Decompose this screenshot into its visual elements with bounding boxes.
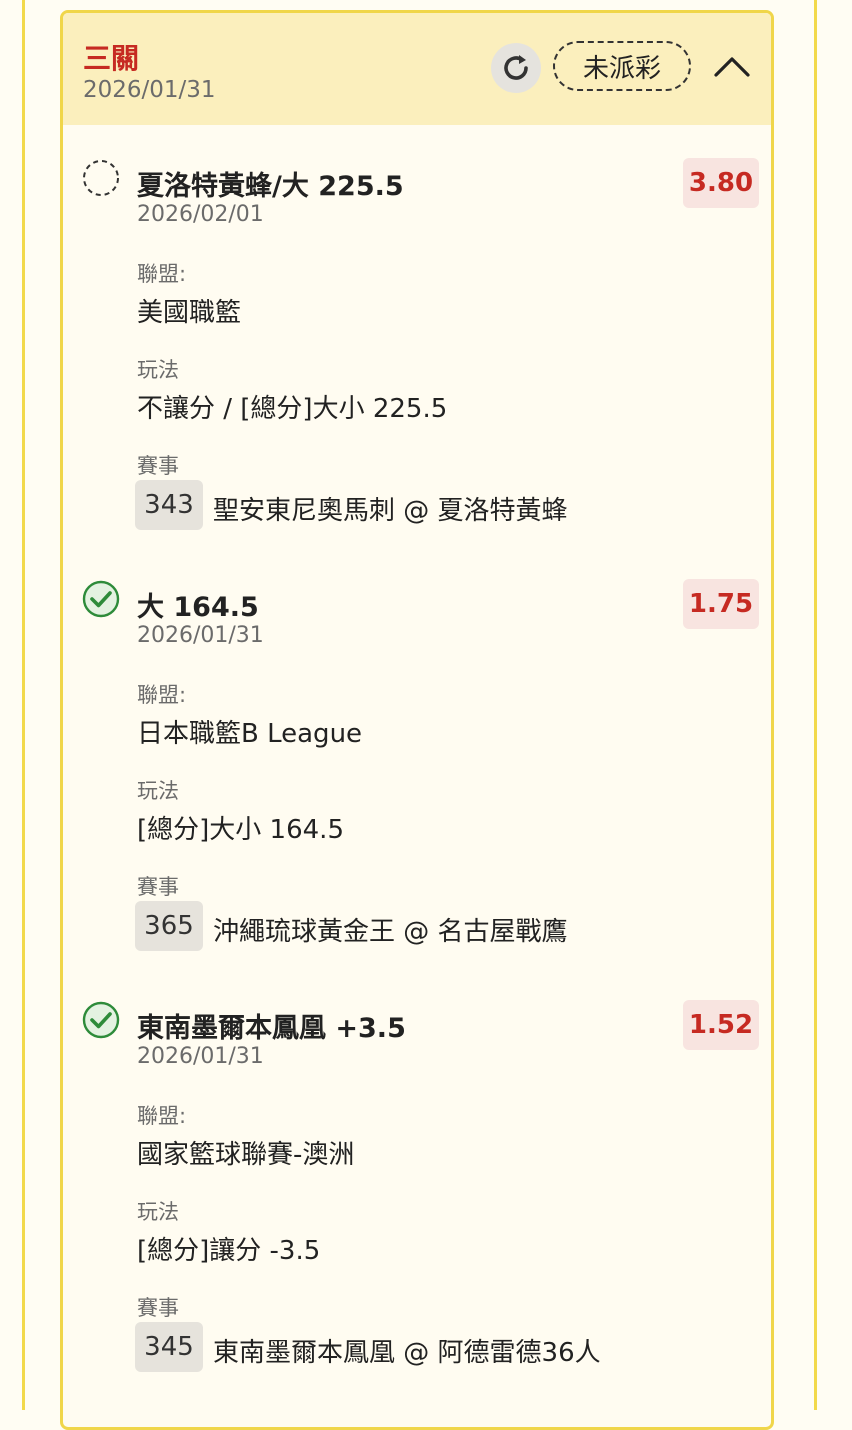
match-number-badge: 343	[135, 480, 203, 530]
bet-card: 三關 2026/01/31 未派彩 夏洛特黃蜂/大 225.5 2026/02/…	[60, 10, 774, 1430]
odds-badge: 1.52	[683, 1000, 759, 1050]
market-value: [總分]讓分 -3.5	[137, 1236, 321, 1266]
page-border-left	[22, 0, 25, 1410]
league-label: 聯盟:	[137, 683, 187, 707]
refresh-button[interactable]	[491, 43, 541, 93]
match-name: 沖繩琉球黃金王 @ 名古屋戰鷹	[213, 917, 568, 947]
leg-date: 2026/02/01	[137, 202, 264, 227]
bet-card-header[interactable]: 三關 2026/01/31 未派彩	[63, 13, 771, 125]
match-name: 聖安東尼奧馬刺 @ 夏洛特黃蜂	[213, 496, 568, 526]
leg-selection: 夏洛特黃蜂/大 225.5	[137, 171, 404, 202]
bet-date: 2026/01/31	[83, 77, 216, 103]
event-label: 賽事	[137, 875, 179, 899]
page-border-right	[814, 0, 817, 1410]
leg-selection: 大 164.5	[137, 592, 259, 623]
event-label: 賽事	[137, 1296, 179, 1320]
chevron-up-icon[interactable]	[713, 51, 751, 81]
league-value: 美國職籃	[137, 298, 242, 328]
odds-badge: 3.80	[683, 158, 759, 208]
market-value: 不讓分 / [總分]大小 225.5	[137, 394, 448, 424]
match-name: 東南墨爾本鳳凰 @ 阿德雷德36人	[213, 1338, 601, 1368]
match-number-badge: 365	[135, 901, 203, 951]
refresh-icon	[504, 55, 528, 80]
league-value: 國家籃球聯賽-澳洲	[137, 1140, 355, 1170]
check-circle-icon	[82, 1001, 120, 1039]
league-label: 聯盟:	[137, 1104, 187, 1128]
leg-selection: 東南墨爾本鳳凰 +3.5	[137, 1013, 406, 1044]
status-badge: 未派彩	[553, 41, 691, 91]
event-label: 賽事	[137, 454, 179, 478]
match-number-badge: 345	[135, 1322, 203, 1372]
league-label: 聯盟:	[137, 262, 187, 286]
market-value: [總分]大小 164.5	[137, 815, 344, 845]
bet-type-title: 三關	[83, 42, 140, 75]
leg-date: 2026/01/31	[137, 1044, 264, 1069]
market-label: 玩法	[137, 1200, 179, 1224]
market-label: 玩法	[137, 358, 179, 382]
pending-status-icon	[83, 160, 119, 196]
check-circle-icon	[82, 580, 120, 618]
odds-badge: 1.75	[683, 579, 759, 629]
leg-date: 2026/01/31	[137, 623, 264, 648]
league-value: 日本職籃B League	[137, 719, 363, 749]
market-label: 玩法	[137, 779, 179, 803]
